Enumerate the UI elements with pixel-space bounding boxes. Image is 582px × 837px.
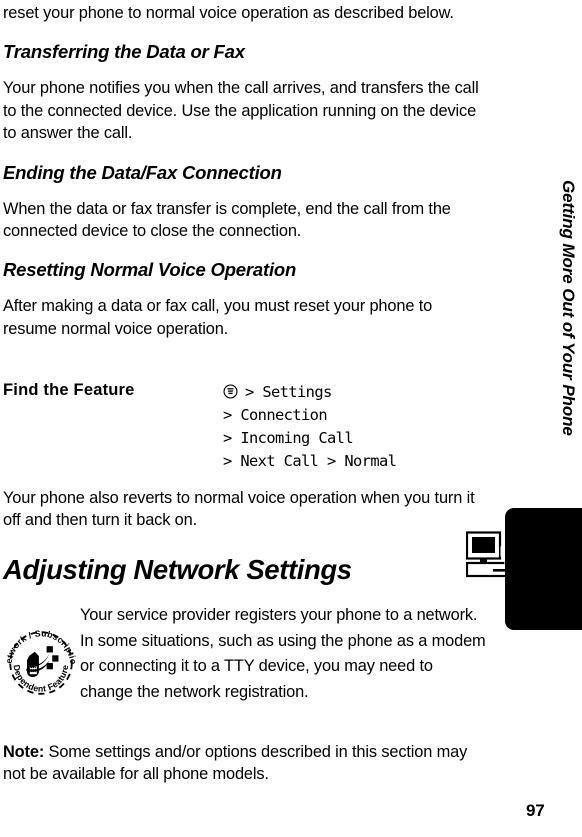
heading-ending-the-data-fax-connection: Ending the Data/Fax Connection [3, 161, 282, 183]
chapter-thumb-tab [505, 508, 582, 630]
note-text: Some settings and/or options described i… [3, 743, 468, 784]
menu-key-icon [223, 384, 238, 399]
paragraph-ending: When the data or fax transfer is complet… [3, 199, 451, 241]
menu-path-line-2: > Connection [223, 406, 328, 424]
paragraph-intro-continued: reset your phone to normal voice operati… [3, 4, 454, 22]
paragraph-transferring: Your phone notifies you when the call ar… [3, 79, 479, 143]
note-lead: Note: [3, 743, 45, 761]
paragraph-reverts: Your phone also reverts to normal voice … [3, 489, 475, 530]
running-head-vertical: Getting More Out of Your Phone [554, 180, 582, 510]
heading-adjusting-network-settings: Adjusting Network Settings [3, 553, 352, 585]
note-block: Note: Some settings and/or options descr… [3, 741, 487, 786]
heading-resetting-normal-voice-operation: Resetting Normal Voice Operation [3, 259, 297, 281]
paragraph-service-provider-wrapper: Your service provider registers your pho… [80, 603, 490, 705]
svg-text:Network / Subscription: Network / Subscription [6, 628, 76, 665]
find-the-feature-label: Find the Feature [3, 381, 135, 399]
menu-path-line-3: > Incoming Call [223, 429, 354, 447]
page-number: 97 [526, 801, 545, 820]
menu-path-line-4: > Next Call > Normal [223, 452, 397, 470]
find-the-feature-menu-path: > Settings > Connection > Incoming Call … [223, 381, 397, 473]
secondary-text-column: Your phone also reverts to normal voice … [3, 487, 487, 587]
paragraph-service-provider: Your service provider registers your pho… [80, 606, 486, 701]
heading-transferring-the-data-or-fax: Transferring the Data or Fax [3, 41, 245, 63]
network-subscription-dependent-feature-badge: Network / Subscription Dependent Feature [6, 628, 76, 695]
menu-path-line-1-wrapper: > Settings [223, 381, 396, 404]
running-head-text: Getting More Out of Your Phone [559, 180, 578, 436]
note-paragraph: Note: Some settings and/or options descr… [3, 741, 487, 786]
menu-path-line-1: > Settings [245, 383, 332, 401]
manual-page: reset your phone to normal voice operati… [0, 0, 582, 837]
badge-phone-glyph [26, 646, 59, 677]
paragraph-resetting: After making a data or fax call, you mus… [3, 297, 433, 338]
badge-text-top: Network / Subscription [6, 628, 76, 665]
main-text-column: reset your phone to normal voice operati… [3, 0, 487, 340]
